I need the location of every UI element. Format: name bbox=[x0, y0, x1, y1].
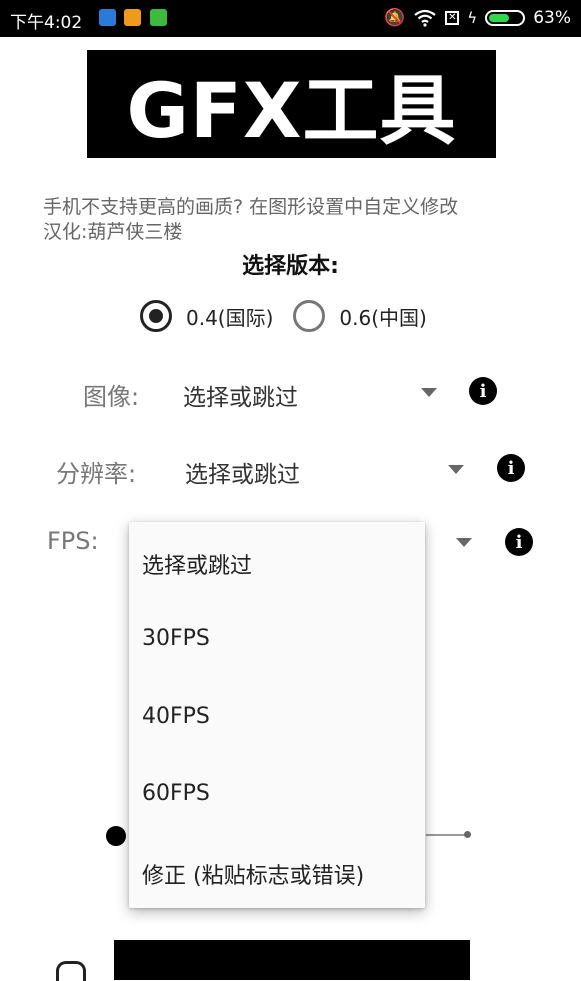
image-label: 图像: bbox=[83, 383, 140, 411]
fps-label: FPS: bbox=[47, 527, 99, 555]
status-time: 下午4:02 bbox=[10, 13, 83, 33]
image-spinner[interactable]: 选择或跳过 bbox=[183, 372, 443, 412]
version-title: 选择版本: bbox=[242, 254, 339, 279]
resolution-label: 分辨率: bbox=[56, 460, 137, 488]
description-line-2: 汉化:葫芦侠三楼 bbox=[43, 221, 183, 243]
chevron-down-icon[interactable] bbox=[456, 538, 472, 547]
slider-thumb[interactable] bbox=[106, 826, 126, 846]
bottom-action-button[interactable] bbox=[114, 940, 470, 980]
chevron-down-icon bbox=[448, 465, 464, 474]
resolution-spinner[interactable]: 选择或跳过 bbox=[185, 449, 470, 489]
version-radio-group: 0.4(国际) 0.6(中国) bbox=[140, 300, 447, 332]
slider-end-dot bbox=[464, 831, 471, 838]
battery-fill bbox=[489, 14, 510, 22]
radio-international[interactable] bbox=[140, 300, 172, 332]
status-right: 🔕 ✕ ϟ 63% bbox=[384, 8, 571, 28]
battery-saver-icon bbox=[150, 9, 167, 26]
dropdown-item-60fps[interactable]: 60FPS bbox=[142, 781, 210, 806]
dropdown-item-40fps[interactable]: 40FPS bbox=[142, 704, 210, 729]
app-icon bbox=[124, 9, 141, 26]
radio-china-label[interactable]: 0.6(中国) bbox=[339, 302, 426, 331]
radio-china[interactable] bbox=[293, 300, 326, 332]
status-bar: 下午4:02 🔕 ✕ ϟ 63% bbox=[0, 0, 581, 37]
fps-dropdown-menu: 选择或跳过 30FPS 40FPS 60FPS 修正 (粘贴标志或错误) bbox=[129, 522, 425, 908]
charging-icon: ϟ bbox=[467, 9, 478, 27]
app-banner: GFX工具 bbox=[87, 50, 496, 158]
description-line-1: 手机不支持更高的画质? 在图形设置中自定义修改 bbox=[43, 196, 459, 218]
dropdown-item-fix[interactable]: 修正 (粘贴标志或错误) bbox=[142, 858, 364, 890]
slider-track[interactable] bbox=[426, 834, 468, 836]
info-icon[interactable]: i bbox=[505, 528, 533, 556]
dropdown-item-30fps[interactable]: 30FPS bbox=[142, 626, 210, 651]
info-icon[interactable]: i bbox=[469, 377, 497, 405]
settings-icon[interactable] bbox=[56, 961, 86, 981]
dropdown-item-skip[interactable]: 选择或跳过 bbox=[142, 548, 252, 580]
resolution-spinner-value: 选择或跳过 bbox=[185, 462, 300, 488]
image-spinner-value: 选择或跳过 bbox=[183, 385, 298, 411]
chevron-down-icon bbox=[421, 388, 437, 397]
battery-percent: 63% bbox=[533, 8, 571, 28]
mute-icon: 🔕 bbox=[384, 8, 406, 28]
info-icon[interactable]: i bbox=[497, 454, 525, 482]
sim-icon: ✕ bbox=[445, 11, 460, 25]
battery-icon bbox=[485, 10, 526, 26]
wifi-icon bbox=[414, 9, 436, 27]
radio-international-label[interactable]: 0.4(国际) bbox=[186, 302, 273, 331]
shield-icon bbox=[99, 9, 116, 26]
